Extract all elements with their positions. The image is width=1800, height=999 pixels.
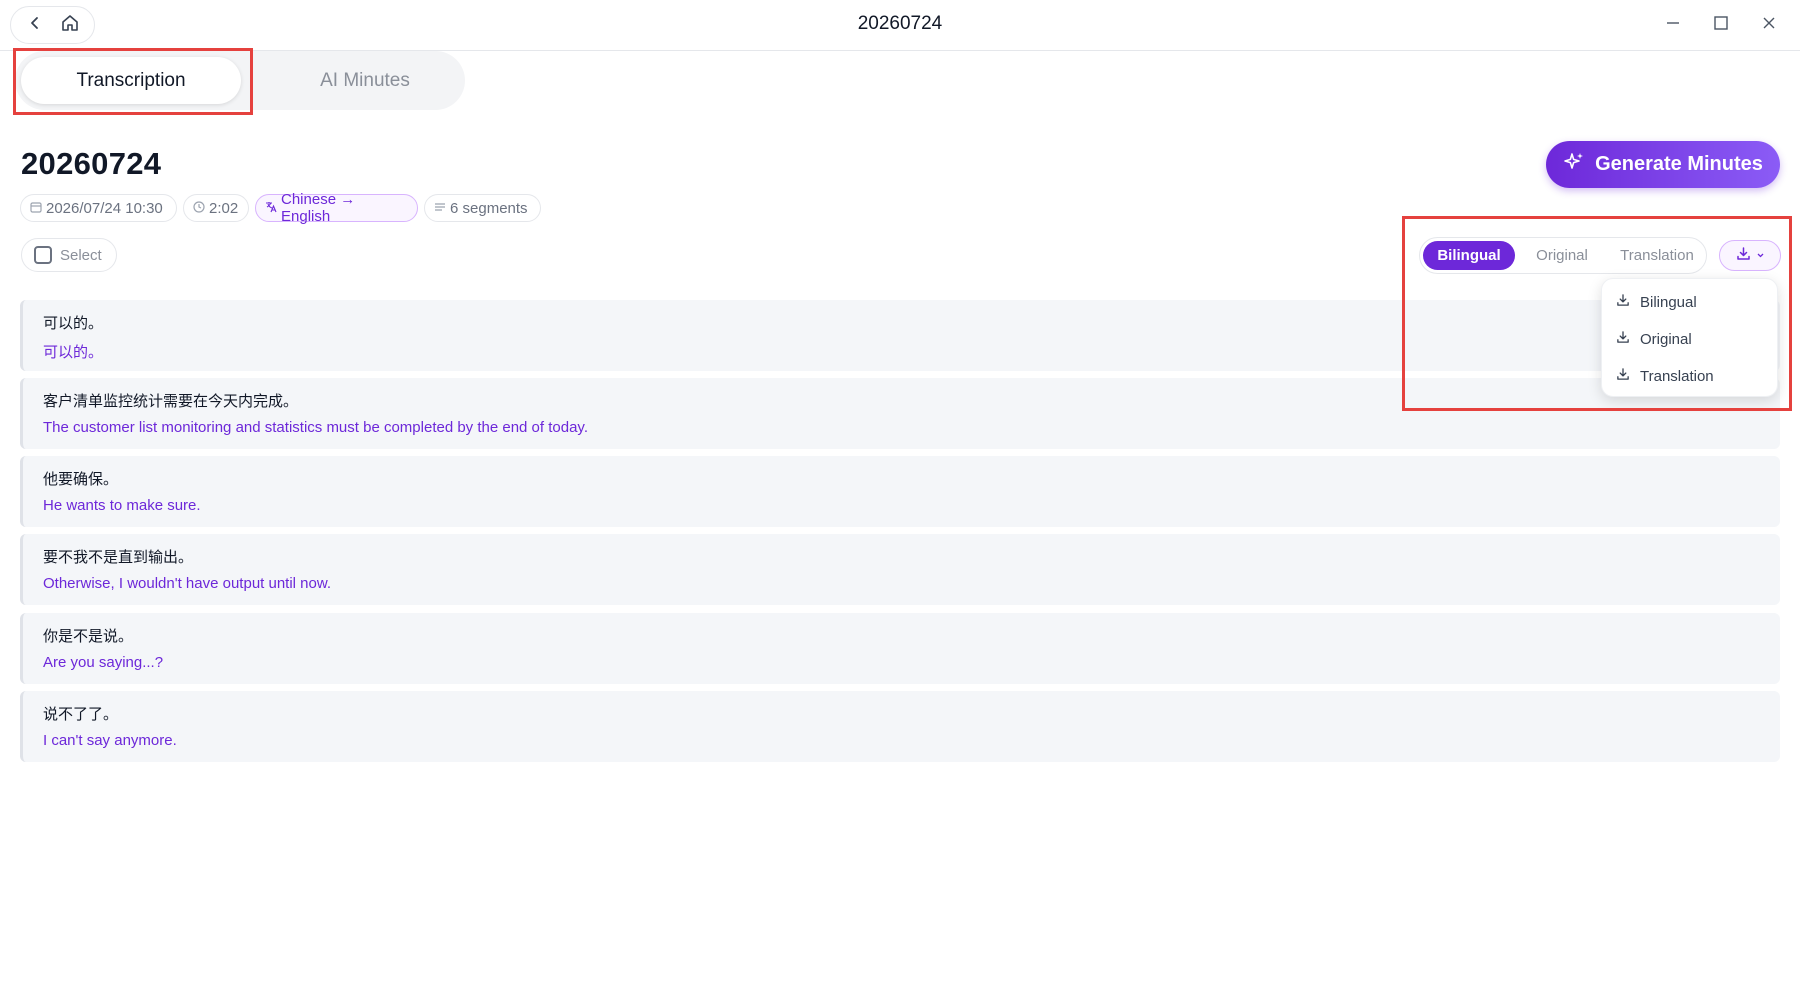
download-icon bbox=[1736, 246, 1751, 266]
meta-segments-text: 6 segments bbox=[450, 199, 528, 217]
tab-transcription[interactable]: Transcription bbox=[21, 57, 241, 104]
download-menu-item-bilingual[interactable]: Bilingual bbox=[1616, 289, 1697, 315]
tab-bar: Transcription AI Minutes bbox=[15, 51, 465, 110]
close-button[interactable] bbox=[1754, 10, 1784, 40]
select-checkbox[interactable]: Select bbox=[21, 238, 117, 272]
segment-item[interactable]: 客户清单监控统计需要在今天内完成。 The customer list moni… bbox=[20, 378, 1780, 449]
segment-original: 客户清单监控统计需要在今天内完成。 bbox=[43, 393, 299, 410]
meta-languages-text: Chinese → English bbox=[281, 191, 356, 225]
download-icon bbox=[1616, 330, 1630, 348]
segment-item[interactable]: 你是不是说。 Are you saying...? bbox=[20, 613, 1780, 684]
meta-duration: 2:02 bbox=[183, 194, 249, 222]
segment-item[interactable]: 他要确保。 He wants to make sure. bbox=[20, 456, 1780, 527]
maximize-icon bbox=[1713, 15, 1729, 36]
download-icon bbox=[1616, 367, 1630, 385]
segment-item[interactable]: 说不了了。 I can't say anymore. bbox=[20, 691, 1780, 762]
meta-duration-text: 2:02 bbox=[209, 199, 239, 217]
sparkles-icon bbox=[1563, 151, 1585, 179]
page-title: 20260724 bbox=[21, 146, 162, 181]
segment-translation: Are you saying...? bbox=[43, 654, 164, 671]
download-menu-label: Translation bbox=[1640, 367, 1714, 385]
chevron-down-icon bbox=[1756, 247, 1765, 265]
download-menu-item-translation[interactable]: Translation bbox=[1616, 363, 1714, 389]
generate-minutes-button[interactable]: Generate Minutes bbox=[1546, 141, 1780, 188]
tab-ai-minutes[interactable]: AI Minutes bbox=[255, 57, 475, 104]
close-icon bbox=[1761, 15, 1777, 36]
meta-segments: 6 segments bbox=[424, 194, 541, 222]
segment-original: 要不我不是直到输出。 bbox=[43, 549, 194, 566]
segment-translation: The customer list monitoring and statist… bbox=[43, 419, 588, 436]
segment-translation: 可以的。 bbox=[43, 344, 104, 361]
translate-icon bbox=[265, 200, 277, 217]
mode-original[interactable]: Original bbox=[1520, 241, 1604, 270]
calendar-icon bbox=[30, 200, 42, 217]
window-title: 20260724 bbox=[857, 13, 943, 34]
segment-original: 可以的。 bbox=[43, 315, 104, 332]
download-icon bbox=[1616, 293, 1630, 311]
minimize-icon bbox=[1665, 15, 1681, 36]
title-bar: 20260724 bbox=[0, 0, 1800, 51]
download-menu: Bilingual Original Translation bbox=[1601, 278, 1778, 397]
clock-icon bbox=[193, 200, 205, 217]
segment-original: 说不了了。 bbox=[43, 706, 119, 723]
download-button[interactable] bbox=[1719, 240, 1781, 271]
checkbox-icon bbox=[34, 246, 52, 264]
mode-bilingual[interactable]: Bilingual bbox=[1423, 241, 1515, 270]
segment-item[interactable]: 可以的。 可以的。 bbox=[20, 300, 1780, 371]
maximize-button[interactable] bbox=[1706, 10, 1736, 40]
list-icon bbox=[434, 200, 446, 217]
meta-languages: Chinese → English bbox=[255, 191, 418, 225]
segment-original: 你是不是说。 bbox=[43, 628, 134, 645]
download-menu-label: Bilingual bbox=[1640, 293, 1697, 311]
view-mode-toggle: Bilingual Original Translation bbox=[1419, 237, 1707, 274]
download-menu-label: Original bbox=[1640, 330, 1692, 348]
generate-minutes-label: Generate Minutes bbox=[1595, 153, 1763, 175]
meta-date: 2026/07/24 10:30 bbox=[20, 194, 177, 222]
select-label: Select bbox=[60, 246, 102, 264]
segment-translation: He wants to make sure. bbox=[43, 497, 201, 514]
segment-item[interactable]: 要不我不是直到输出。 Otherwise, I wouldn't have ou… bbox=[20, 534, 1780, 605]
segment-translation: I can't say anymore. bbox=[43, 732, 177, 749]
segment-translation: Otherwise, I wouldn't have output until … bbox=[43, 575, 332, 592]
segment-original: 他要确保。 bbox=[43, 471, 119, 488]
download-menu-item-original[interactable]: Original bbox=[1616, 326, 1692, 352]
minimize-button[interactable] bbox=[1658, 10, 1688, 40]
meta-date-text: 2026/07/24 10:30 bbox=[46, 199, 163, 217]
mode-translation[interactable]: Translation bbox=[1610, 241, 1704, 270]
